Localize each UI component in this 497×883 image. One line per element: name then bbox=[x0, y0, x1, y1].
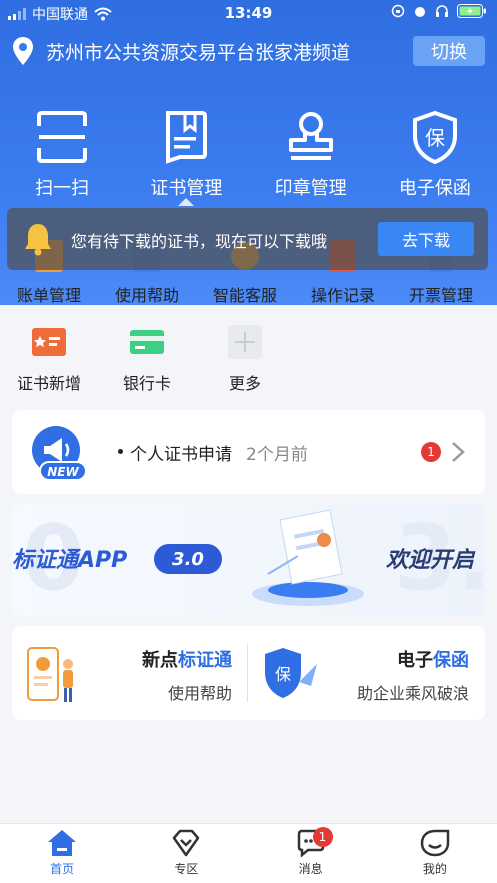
chevron-right-icon bbox=[452, 442, 465, 462]
certificate-add-icon bbox=[32, 328, 66, 356]
e-guarantee-label: 电子保函 bbox=[398, 178, 471, 199]
diamond-icon bbox=[173, 829, 200, 857]
certificate-add-button[interactable]: 证书新增 bbox=[0, 322, 98, 394]
seal-manage-label: 印章管理 bbox=[274, 178, 347, 199]
certificate-add-label: 证书新增 bbox=[16, 374, 81, 393]
messages-badge: 1 bbox=[312, 827, 333, 847]
usage-help-promo[interactable]: 新点标证通 使用帮助 bbox=[12, 626, 248, 720]
usage-help-subtitle: 使用帮助 bbox=[167, 684, 232, 703]
top-actions: 扫一扫 证书管理 印章管理 保 电子保函 bbox=[0, 110, 497, 200]
shield-guarantee-icon: 保 bbox=[265, 648, 317, 698]
bank-card-label: 银行卡 bbox=[122, 374, 171, 393]
tab-zone-label: 专区 bbox=[174, 862, 199, 876]
selected-caret bbox=[178, 198, 194, 206]
guarantee-icon: 保 bbox=[412, 110, 457, 164]
headphones-icon bbox=[436, 5, 448, 17]
more-button[interactable]: 更多 bbox=[196, 322, 294, 394]
certificate-manage-button[interactable]: 证书管理 bbox=[124, 110, 248, 200]
tab-home[interactable]: 首页 bbox=[0, 824, 124, 883]
e-guarantee-button[interactable]: 保 电子保函 bbox=[373, 110, 497, 200]
bank-card-button[interactable]: 银行卡 bbox=[98, 322, 196, 394]
tab-messages-label: 消息 bbox=[298, 862, 323, 876]
svg-text:保: 保 bbox=[275, 665, 291, 684]
help-illustration-icon bbox=[27, 647, 73, 702]
home-icon bbox=[48, 830, 77, 856]
usage-help-title-highlight: 标证通 bbox=[178, 650, 232, 671]
promo-duo-card: 新点标证通 使用帮助 保 电子保函 助企业乘风破浪 bbox=[12, 626, 485, 720]
banner-app-text: 标证通APP bbox=[12, 548, 128, 573]
scan-button[interactable]: 扫一扫 bbox=[0, 110, 124, 200]
certificate-manage-label: 证书管理 bbox=[150, 178, 223, 199]
tab-home-label: 首页 bbox=[50, 862, 75, 876]
announcement-new-icon: NEW bbox=[32, 426, 87, 481]
tab-mine-label: 我的 bbox=[422, 862, 447, 876]
news-card[interactable]: NEW 个人证书申请 2个月前 1 bbox=[12, 410, 485, 494]
news-time: 2个月前 bbox=[246, 445, 308, 465]
bill-manage-label: 账单管理 bbox=[16, 286, 81, 305]
alarm-icon bbox=[415, 7, 425, 17]
seal-manage-button[interactable]: 印章管理 bbox=[249, 110, 373, 200]
bullet-dot bbox=[118, 449, 123, 454]
operation-record-label: 操作记录 bbox=[310, 286, 375, 305]
download-notice: 您有待下载的证书，现在可以下载哦 去下载 bbox=[7, 208, 488, 270]
bank-card-icon bbox=[130, 330, 164, 354]
smart-service-label: 智能客服 bbox=[212, 286, 277, 305]
status-bar: 中国联通 13:49 bbox=[0, 0, 497, 26]
e-guarantee-subtitle: 助企业乘风破浪 bbox=[356, 684, 469, 703]
usage-help-label: 使用帮助 bbox=[114, 286, 179, 305]
location-bar: 苏州市公共资源交易平台张家港频道 切换 bbox=[12, 34, 485, 68]
news-title: 个人证书申请 bbox=[130, 445, 232, 465]
new-tag: NEW bbox=[47, 465, 79, 479]
switch-city-button[interactable]: 切换 bbox=[413, 36, 485, 66]
e-guarantee-title: 电子保函 bbox=[397, 646, 469, 672]
scan-label: 扫一扫 bbox=[35, 178, 90, 199]
battery-icon bbox=[457, 4, 486, 18]
banner-welcome: 欢迎开启 bbox=[386, 548, 475, 573]
news-unread-badge: 1 bbox=[421, 442, 441, 462]
svg-text:保: 保 bbox=[425, 126, 445, 150]
banner-version: 3.0 bbox=[154, 544, 222, 574]
tab-messages[interactable]: 消息 1 bbox=[249, 824, 373, 883]
scan-icon bbox=[37, 111, 88, 163]
e-guarantee-promo[interactable]: 保 电子保函 助企业乘风破浪 bbox=[249, 626, 485, 720]
invoice-manage-label: 开票管理 bbox=[408, 286, 473, 305]
usage-help-title: 新点标证通 bbox=[142, 646, 232, 672]
profile-icon bbox=[420, 829, 450, 857]
function-grid-row2: 证书新增 银行卡 更多 bbox=[0, 322, 497, 394]
notice-message: 您有待下载的证书，现在可以下载哦 bbox=[71, 232, 328, 251]
more-label: 更多 bbox=[228, 374, 261, 393]
bottom-tab-bar: 首页 专区 消息 1 我的 bbox=[0, 823, 497, 883]
go-download-button[interactable]: 去下载 bbox=[378, 222, 474, 256]
certificate-icon bbox=[166, 111, 208, 164]
usage-help-title-plain: 新点 bbox=[142, 650, 178, 671]
e-guarantee-title-plain: 电子 bbox=[397, 650, 433, 671]
e-guarantee-title-highlight: 保函 bbox=[433, 650, 469, 671]
promo-banner[interactable]: 0 3. 标证通APP 3.0 欢迎开启 bbox=[12, 504, 485, 616]
bell-icon bbox=[25, 224, 51, 256]
promo-divider bbox=[247, 644, 248, 702]
tab-zone[interactable]: 专区 bbox=[124, 824, 248, 883]
tab-mine[interactable]: 我的 bbox=[373, 824, 497, 883]
plus-icon bbox=[228, 325, 262, 359]
location-pin-icon bbox=[13, 37, 33, 65]
rotation-lock-icon bbox=[391, 4, 405, 18]
stamp-icon bbox=[288, 112, 333, 160]
city-label: 苏州市公共资源交易平台张家港频道 bbox=[46, 41, 351, 64]
app-illustration-icon bbox=[252, 509, 364, 606]
